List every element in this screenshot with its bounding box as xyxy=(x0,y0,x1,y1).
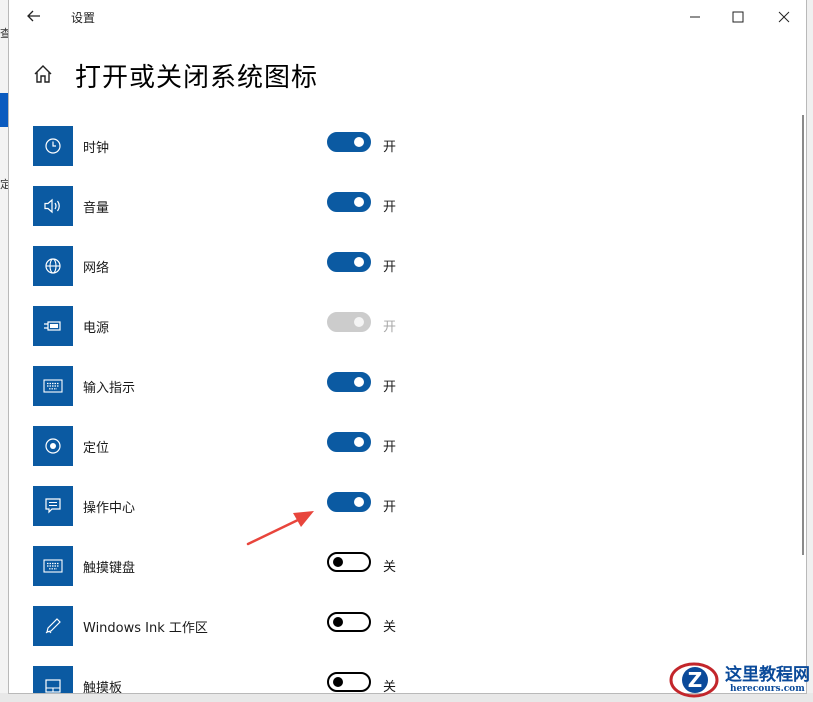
watermark-logo: Z xyxy=(669,662,719,698)
item-label: 网络 xyxy=(83,261,110,276)
list-item-network: 网络 开 xyxy=(33,246,593,286)
close-icon[interactable] xyxy=(771,4,797,30)
clock-toggle[interactable] xyxy=(327,132,371,152)
toggle-state: 开 xyxy=(383,320,397,335)
list-item-touchpad: 触摸板 关 xyxy=(33,666,593,694)
keyboard-icon xyxy=(33,366,73,406)
toggle-state: 关 xyxy=(383,560,397,575)
list-item-power: 电源 开 xyxy=(33,306,593,346)
item-label: 时钟 xyxy=(83,141,110,156)
home-icon[interactable] xyxy=(32,63,54,85)
action-center-toggle[interactable] xyxy=(327,492,371,512)
location-toggle[interactable] xyxy=(327,432,371,452)
minimize-icon[interactable] xyxy=(682,4,708,30)
watermark-subtitle: herecours.com xyxy=(730,684,805,694)
list-item-input-indicator: 输入指示 开 xyxy=(33,366,593,406)
svg-text:Z: Z xyxy=(688,668,703,692)
touch-keyboard-toggle[interactable] xyxy=(327,552,371,572)
back-arrow-icon[interactable] xyxy=(24,6,44,26)
battery-icon xyxy=(33,306,73,346)
keyboard-icon xyxy=(33,546,73,586)
input-indicator-toggle[interactable] xyxy=(327,372,371,392)
toggle-state: 开 xyxy=(383,440,397,455)
watermark-title: 这里教程网 xyxy=(725,665,810,685)
maximize-icon[interactable] xyxy=(725,4,751,30)
windows-ink-toggle[interactable] xyxy=(327,612,371,632)
globe-icon xyxy=(33,246,73,286)
list-item-clock: 时钟 开 xyxy=(33,126,593,166)
item-label: 触摸键盘 xyxy=(83,561,136,576)
list-item-action-center: 操作中心 开 xyxy=(33,486,593,526)
toggle-state: 关 xyxy=(383,680,397,694)
list-item-location: 定位 开 xyxy=(33,426,593,466)
window-title: 设置 xyxy=(71,11,96,25)
network-toggle[interactable] xyxy=(327,252,371,272)
page-title: 打开或关闭系统图标 xyxy=(75,63,319,93)
touchpad-icon xyxy=(33,666,73,693)
list-item-volume: 音量 开 xyxy=(33,186,593,226)
toggle-state: 开 xyxy=(383,260,397,275)
toggle-state: 开 xyxy=(383,200,397,215)
item-label: Windows Ink 工作区 xyxy=(83,621,208,636)
clock-icon xyxy=(33,126,73,166)
location-icon xyxy=(33,426,73,466)
volume-icon xyxy=(33,186,73,226)
background-window-edge-right xyxy=(806,0,813,702)
scrollbar[interactable] xyxy=(802,115,804,555)
power-toggle xyxy=(327,312,371,332)
item-label: 操作中心 xyxy=(83,501,136,516)
item-label: 输入指示 xyxy=(83,381,136,396)
list-item-touch-keyboard: 触摸键盘 关 xyxy=(33,546,593,586)
item-label: 电源 xyxy=(83,321,110,336)
action-center-icon xyxy=(33,486,73,526)
toggle-state: 开 xyxy=(383,380,397,395)
toggle-state: 开 xyxy=(383,500,397,515)
item-label: 音量 xyxy=(83,201,110,216)
toggle-state: 开 xyxy=(383,140,397,155)
touchpad-toggle[interactable] xyxy=(327,672,371,692)
toggle-state: 关 xyxy=(383,620,397,635)
title-bar: 设置 xyxy=(9,0,806,34)
settings-window: 设置 打开或关闭系统图标 时钟 开 音量 开 网络 开 电源 开 输入指示 开 … xyxy=(8,0,807,694)
watermark: Z 这里教程网 herecours.com xyxy=(666,657,813,702)
volume-toggle[interactable] xyxy=(327,192,371,212)
pen-icon xyxy=(33,606,73,646)
item-label: 定位 xyxy=(83,441,110,456)
list-item-windows-ink: Windows Ink 工作区 关 xyxy=(33,606,593,646)
item-label: 触摸板 xyxy=(83,681,123,694)
